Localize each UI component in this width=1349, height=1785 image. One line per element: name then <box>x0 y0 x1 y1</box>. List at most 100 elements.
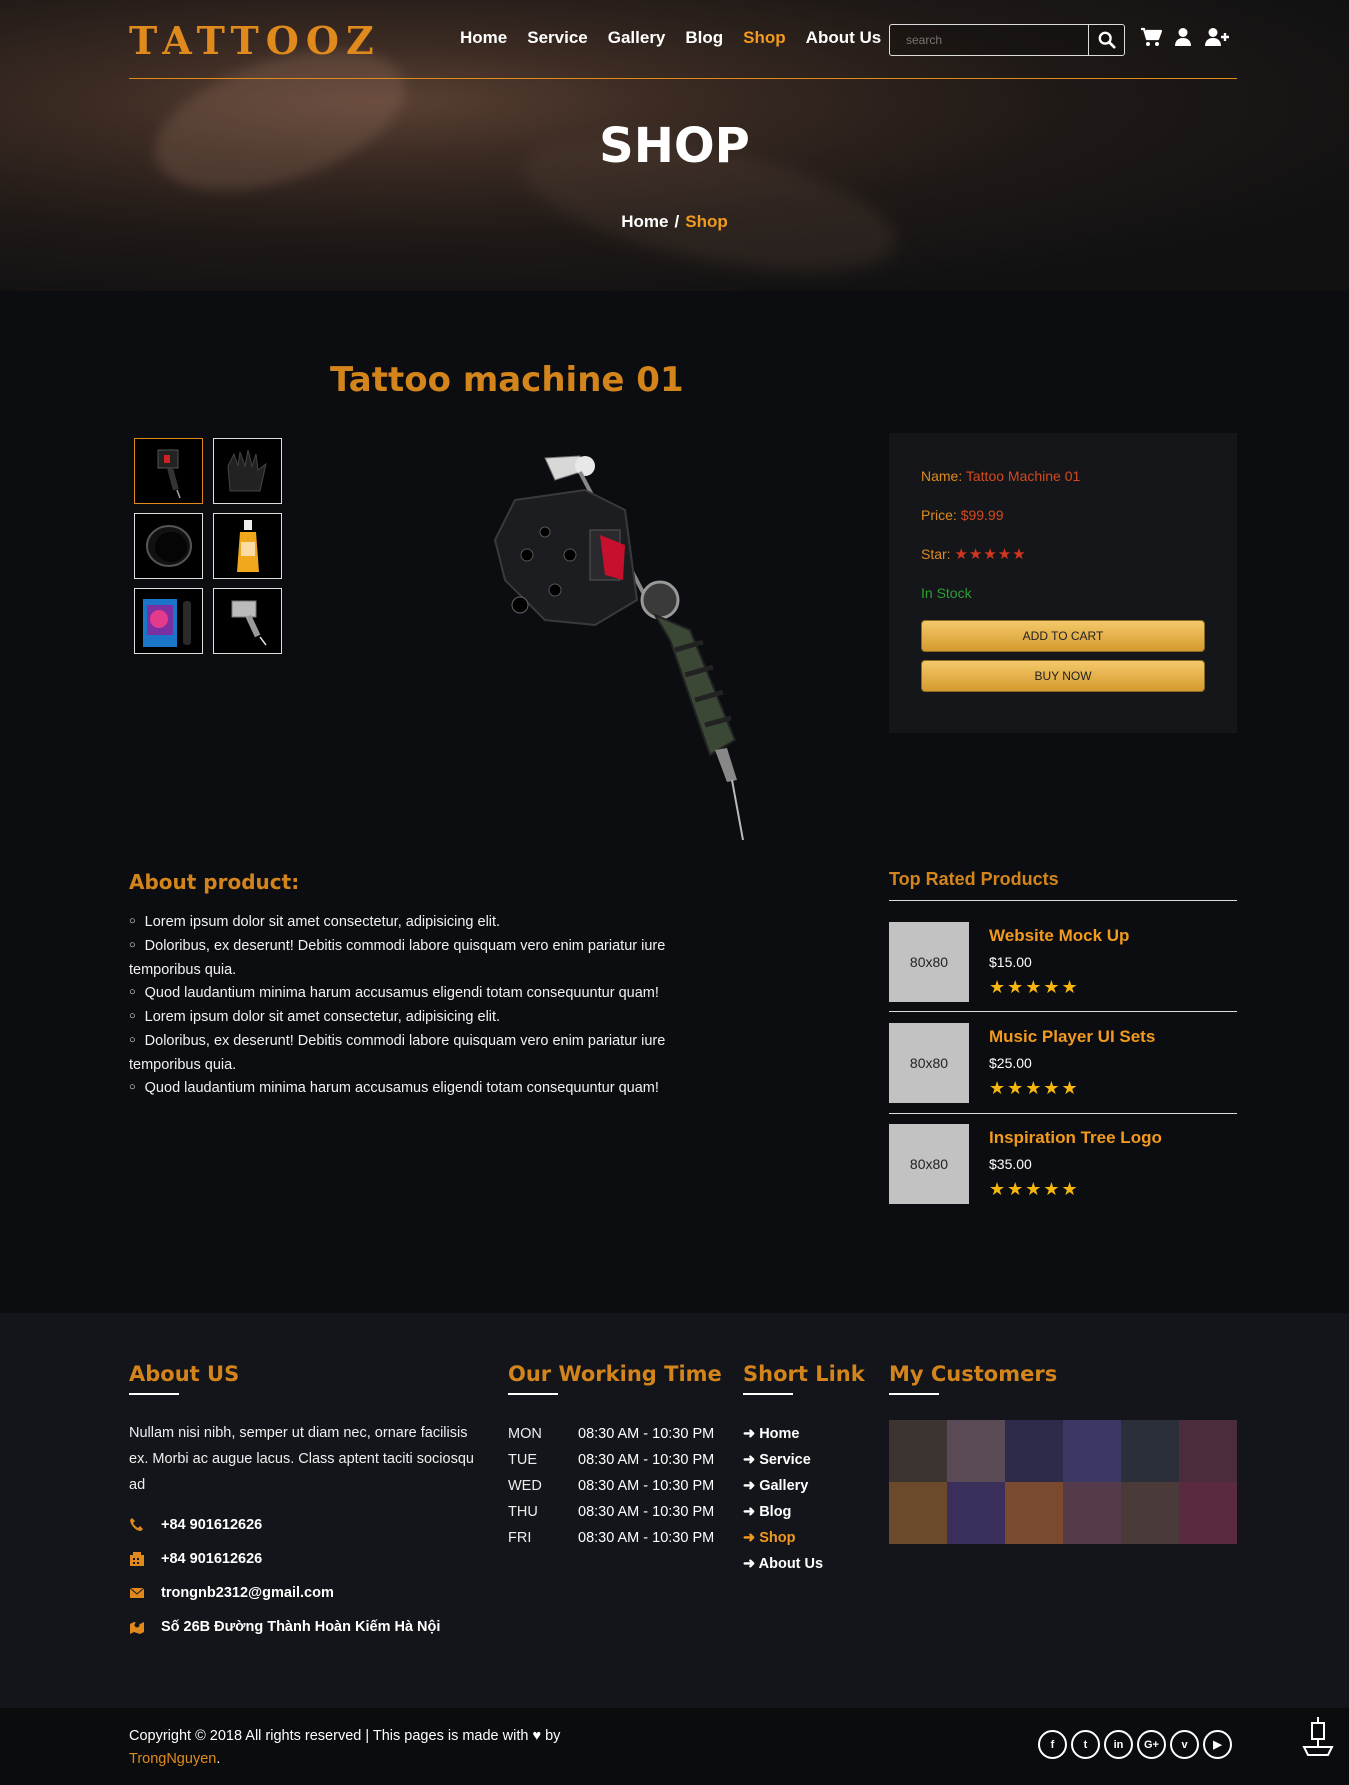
footer-link-home[interactable]: ➜ Home <box>743 1421 823 1447</box>
product-name[interactable]: Website Mock Up <box>989 926 1129 946</box>
top-rated-heading: Top Rated Products <box>889 869 1059 889</box>
about-product-heading: About product: <box>129 870 300 894</box>
google-plus-icon[interactable]: G+ <box>1137 1730 1166 1759</box>
copyright-period: . <box>216 1751 221 1767</box>
header-divider <box>129 78 1237 79</box>
rating-stars: ★★★★★ <box>989 1179 1080 1200</box>
list-item: Lorem ipsum dolor sit amet consectetur, … <box>129 911 709 935</box>
breadcrumb-separator: / <box>674 212 680 231</box>
info-star-label: Star: <box>921 546 951 562</box>
footer-links-heading: Short Link <box>743 1362 865 1386</box>
contact-phone-text: +84 901612626 <box>161 1517 263 1533</box>
youtube-icon[interactable]: ▶ <box>1203 1730 1232 1759</box>
table-row: MON 08:30 AM - 10:30 PM <box>508 1421 714 1447</box>
contact-address-text: Số 26B Đường Thành Hoàn Kiếm Hà Nội <box>161 1619 441 1635</box>
arrow-right-icon: ➜ <box>743 1530 760 1546</box>
nav-about-us[interactable]: About Us <box>806 28 882 48</box>
heading-underline <box>129 1393 179 1395</box>
nav-home[interactable]: Home <box>460 28 507 48</box>
footer-link-service[interactable]: ➜ Service <box>743 1447 823 1473</box>
thumbnail-ink-bottle[interactable] <box>213 513 282 579</box>
footer-link-label: Home <box>759 1426 800 1442</box>
about-product-list: Lorem ipsum dolor sit amet consectetur, … <box>129 911 709 1101</box>
customer-photo <box>1005 1420 1063 1482</box>
divider <box>889 1113 1237 1114</box>
nav-gallery[interactable]: Gallery <box>608 28 666 48</box>
thumbnail-ink-box[interactable] <box>134 588 203 654</box>
working-day: THU <box>508 1504 538 1520</box>
map-icon <box>130 1622 144 1634</box>
thumbnail-black-gloves[interactable] <box>213 438 282 504</box>
author-link[interactable]: TrongNguyen <box>129 1751 216 1767</box>
stock-status: In Stock <box>921 585 972 601</box>
twitter-icon[interactable]: t <box>1071 1730 1100 1759</box>
buy-now-button[interactable]: BUY NOW <box>921 660 1205 692</box>
short-links: ➜ Home ➜ Service ➜ Gallery ➜ Blog ➜ Shop… <box>743 1421 823 1577</box>
product-name[interactable]: Inspiration Tree Logo <box>989 1128 1162 1148</box>
nav-service[interactable]: Service <box>527 28 588 48</box>
footer-link-shop[interactable]: ➜ Shop <box>743 1525 823 1551</box>
nav-shop[interactable]: Shop <box>743 28 786 48</box>
footer-link-label: Gallery <box>759 1478 809 1494</box>
customer-photo <box>1179 1482 1237 1544</box>
customer-photo <box>889 1420 947 1482</box>
thumbnail-silver-machine[interactable] <box>213 588 282 654</box>
product-price: $25.00 <box>989 1055 1032 1071</box>
product-name[interactable]: Music Player UI Sets <box>989 1027 1155 1047</box>
customer-photo <box>889 1482 947 1544</box>
working-day: WED <box>508 1478 542 1494</box>
product-thumbnail: 80x80 <box>889 1023 969 1103</box>
product-title: Tattoo machine 01 <box>330 360 684 400</box>
customer-photo <box>1063 1420 1121 1482</box>
logo[interactable]: TATTOOZ <box>129 18 381 63</box>
contact-email-text[interactable]: trongnb2312@gmail.com <box>161 1585 334 1601</box>
linkedin-icon[interactable]: in <box>1104 1730 1133 1759</box>
product-thumbnail: 80x80 <box>889 922 969 1002</box>
search-icon <box>1098 31 1116 49</box>
divider <box>889 900 1237 901</box>
footer-link-gallery[interactable]: ➜ Gallery <box>743 1473 823 1499</box>
footer-about-text: Nullam nisi nibh, semper ut diam nec, or… <box>129 1425 474 1493</box>
cart-icon[interactable] <box>1140 27 1162 47</box>
contact-address: Số 26B Đường Thành Hoàn Kiếm Hà Nội <box>129 1619 440 1635</box>
contact-fax-text: +84 901612626 <box>161 1551 263 1567</box>
working-hours: 08:30 AM - 10:30 PM <box>578 1426 715 1442</box>
user-plus-icon[interactable] <box>1204 27 1230 47</box>
arrow-right-icon: ➜ <box>743 1426 760 1442</box>
customer-photo <box>1005 1482 1063 1544</box>
search-button[interactable] <box>1088 25 1124 55</box>
info-name-label: Name: <box>921 468 963 484</box>
social-links: f t in G+ v ▶ <box>1038 1730 1232 1759</box>
thumbnail-ink-cup[interactable] <box>134 513 203 579</box>
rating-stars: ★★★★★ <box>954 546 1027 563</box>
tattoo-machine-icon[interactable] <box>1298 1717 1338 1761</box>
working-day: TUE <box>508 1452 537 1468</box>
heart-icon: ♥ <box>532 1728 542 1744</box>
table-row: TUE 08:30 AM - 10:30 PM <box>508 1447 714 1473</box>
arrow-right-icon: ➜ <box>743 1452 760 1468</box>
add-to-cart-button[interactable]: ADD TO CART <box>921 620 1205 652</box>
footer-link-label: About Us <box>758 1556 824 1572</box>
arrow-right-icon: ➜ <box>743 1556 759 1572</box>
top-rated-item[interactable]: 80x80 Inspiration Tree Logo $35.00 ★★★★★ <box>889 1124 1237 1204</box>
info-star: Star: ★★★★★ <box>921 545 1027 563</box>
footer-link-about-us[interactable]: ➜ About Us <box>743 1551 823 1577</box>
list-item: Lorem ipsum dolor sit amet consectetur, … <box>129 1006 709 1030</box>
footer-link-label: Blog <box>759 1504 792 1520</box>
working-hours: 08:30 AM - 10:30 PM <box>578 1504 715 1520</box>
top-rated-item[interactable]: 80x80 Website Mock Up $15.00 ★★★★★ <box>889 922 1237 1002</box>
working-day: FRI <box>508 1530 532 1546</box>
thumbnail-tattoo-machine[interactable] <box>134 438 203 504</box>
customer-photo <box>1179 1420 1237 1482</box>
search-input[interactable] <box>890 25 1088 55</box>
product-info-box: Name: Tattoo Machine 01 Price: $99.99 St… <box>889 433 1237 733</box>
breadcrumb-home[interactable]: Home <box>621 212 668 231</box>
user-icon[interactable] <box>1174 27 1192 47</box>
heading-underline <box>508 1393 558 1395</box>
top-rated-item[interactable]: 80x80 Music Player UI Sets $25.00 ★★★★★ <box>889 1023 1237 1103</box>
facebook-icon[interactable]: f <box>1038 1730 1067 1759</box>
vimeo-icon[interactable]: v <box>1170 1730 1199 1759</box>
footer-link-blog[interactable]: ➜ Blog <box>743 1499 823 1525</box>
working-time-table: MON 08:30 AM - 10:30 PM TUE 08:30 AM - 10:… <box>508 1421 714 1551</box>
nav-blog[interactable]: Blog <box>685 28 723 48</box>
